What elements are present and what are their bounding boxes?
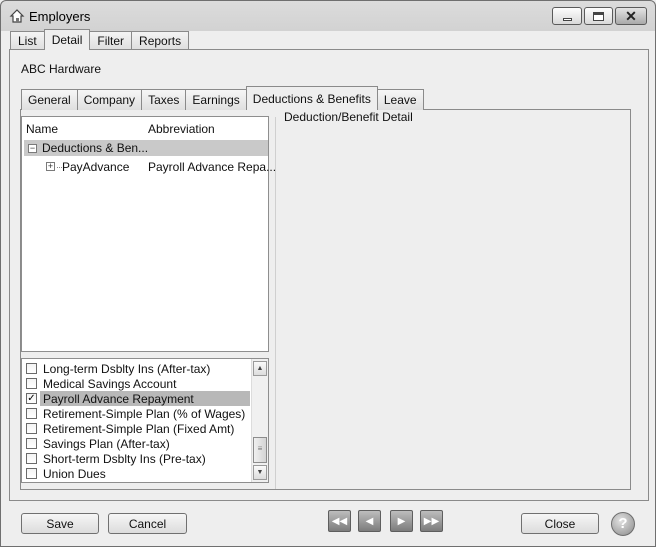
checklist-item-label: Payroll Advance Repayment [40, 391, 250, 406]
checkbox[interactable] [26, 438, 37, 449]
top-tab-strip: List Detail Filter Reports [10, 29, 190, 50]
checklist-item[interactable]: Retirement-Simple Plan (% of Wages) [22, 406, 251, 421]
next-record-button[interactable]: ▶ [390, 510, 413, 532]
window-close-button[interactable]: ✕ [615, 7, 647, 25]
scroll-down-icon[interactable]: ▼ [253, 465, 267, 480]
help-icon[interactable]: ? [611, 512, 635, 536]
deductions-tree[interactable]: Name Abbreviation − Deductions & Ben... … [21, 116, 276, 352]
checkbox[interactable] [26, 468, 37, 479]
checklist-scrollbar[interactable]: ▲ ≡ ▼ [251, 359, 268, 482]
tree-group-row[interactable]: − Deductions & Ben... [24, 140, 268, 156]
tab-reports[interactable]: Reports [131, 31, 190, 50]
detail-group-title: Deduction/Benefit Detail [282, 110, 415, 124]
checklist-item-label: Long-term Dsblty Ins (After-tax) [43, 362, 211, 376]
last-record-icon: ▶▶ [423, 515, 440, 527]
minimize-icon [562, 17, 572, 21]
first-record-button[interactable]: ◀◀ [328, 510, 351, 532]
checkbox[interactable] [26, 453, 37, 464]
deduction-detail-group: Deduction/Benefit Detail [275, 110, 631, 489]
column-header-abbreviation[interactable]: Abbreviation [148, 122, 215, 136]
tree-row-payadvance[interactable]: + PayAdvance Payroll Advance Repa... [24, 159, 276, 175]
tab-detail[interactable]: Detail [43, 29, 91, 50]
tab-general[interactable]: General [21, 89, 78, 110]
deductions-checklist[interactable]: Long-term Dsblty Ins (After-tax) Medical … [21, 358, 269, 483]
employer-name: ABC Hardware [21, 62, 102, 76]
employers-window: Employers ✕ List Detail Filter Reports A… [0, 0, 656, 547]
checklist-item[interactable]: Union Dues [22, 466, 251, 481]
maximize-icon [593, 11, 604, 21]
window-title: Employers [29, 9, 91, 24]
checkbox[interactable] [26, 423, 37, 434]
checklist-item[interactable]: Savings Plan (After-tax) [22, 436, 251, 451]
checkbox[interactable] [26, 378, 37, 389]
title-bar: Employers ✕ [1, 1, 655, 31]
checklist-item-label: Retirement-Simple Plan (% of Wages) [43, 407, 246, 421]
tree-group-label: Deductions & Ben... [42, 141, 149, 155]
minimize-button[interactable] [552, 7, 582, 25]
checklist-item-label: Retirement-Simple Plan (Fixed Amt) [43, 422, 235, 436]
checklist-item-label: Short-term Dsblty Ins (Pre-tax) [43, 452, 206, 466]
close-icon: ✕ [625, 8, 637, 24]
tab-leave[interactable]: Leave [376, 89, 424, 110]
last-record-button[interactable]: ▶▶ [420, 510, 443, 532]
checklist-item[interactable]: Retirement-Simple Plan (Fixed Amt) [22, 421, 251, 436]
cancel-button[interactable]: Cancel [108, 513, 187, 534]
checkbox[interactable] [26, 408, 37, 419]
scroll-up-icon[interactable]: ▲ [253, 361, 267, 376]
collapse-icon[interactable]: − [28, 144, 37, 153]
tab-list[interactable]: List [10, 31, 45, 50]
previous-record-button[interactable]: ◀ [358, 510, 381, 532]
tab-taxes[interactable]: Taxes [141, 89, 187, 110]
checklist-item-label: Union Dues [43, 467, 106, 481]
tree-item-name: PayAdvance [62, 160, 130, 174]
house-icon [9, 9, 25, 23]
checklist-item[interactable]: ✓ Payroll Advance Repayment [22, 391, 251, 406]
checklist-item[interactable]: Long-term Dsblty Ins (After-tax) [22, 361, 251, 376]
checkbox[interactable] [26, 363, 37, 374]
tab-company[interactable]: Company [76, 89, 143, 110]
tree-header: Name Abbreviation [22, 117, 268, 139]
checkbox[interactable]: ✓ [26, 393, 37, 404]
checklist-item-label: Savings Plan (After-tax) [43, 437, 170, 451]
checklist-item[interactable]: Medical Savings Account [22, 376, 251, 391]
checklist-item[interactable]: Short-term Dsblty Ins (Pre-tax) [22, 451, 251, 466]
sub-tab-strip: General Company Taxes Earnings Deduction… [21, 86, 424, 110]
expand-icon[interactable]: + [46, 162, 55, 171]
checklist-item-label: Medical Savings Account [43, 377, 177, 391]
first-record-icon: ◀◀ [331, 515, 348, 527]
tab-filter[interactable]: Filter [89, 31, 133, 50]
maximize-button[interactable] [584, 7, 613, 25]
previous-record-icon: ◀ [365, 515, 374, 527]
next-record-icon: ▶ [397, 515, 406, 527]
column-header-name[interactable]: Name [26, 122, 58, 136]
tab-deductions-benefits[interactable]: Deductions & Benefits [245, 86, 378, 110]
tab-earnings[interactable]: Earnings [185, 89, 247, 110]
scroll-thumb[interactable]: ≡ [253, 437, 267, 463]
tree-item-abbreviation: Payroll Advance Repa... [148, 160, 277, 174]
save-button[interactable]: Save [21, 513, 99, 534]
close-button[interactable]: Close [521, 513, 599, 534]
